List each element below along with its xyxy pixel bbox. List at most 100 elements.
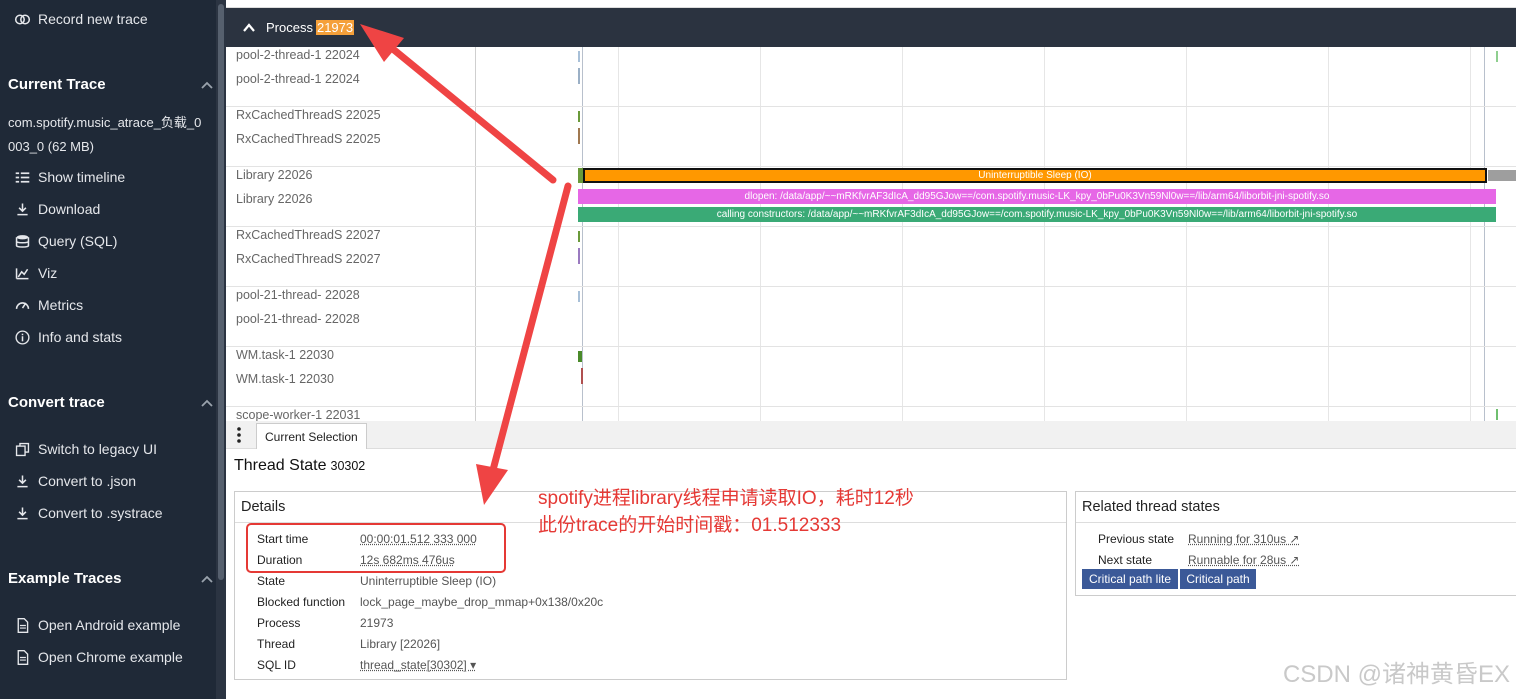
detail-row-sql-id: SQL ID thread_state[30302] ▾ (257, 658, 1057, 674)
calling-constructors-slice[interactable]: calling constructors: /data/app/~~mRKfvr… (578, 207, 1496, 222)
example-traces-title: Example Traces (8, 570, 122, 587)
related-key: Previous state (1098, 532, 1175, 546)
convert-json-label: Convert to .json (38, 473, 137, 489)
thread-state-mark[interactable] (1496, 409, 1498, 420)
download-label: Download (38, 201, 101, 217)
running-state-mark[interactable] (578, 168, 583, 183)
sql-id-dropdown[interactable]: thread_state[30302] ▾ (360, 658, 476, 672)
metrics-item[interactable]: Metrics (0, 291, 214, 319)
critical-path-lite-button[interactable]: Critical path lite (1082, 569, 1178, 589)
thread-state-mark[interactable] (578, 351, 582, 362)
open-chrome-example-item[interactable]: Open Chrome example (0, 643, 214, 671)
tab-current-selection[interactable]: Current Selection (256, 423, 367, 449)
detail-row-process: Process 21973 (257, 616, 1057, 632)
convert-json-item[interactable]: Convert to .json (0, 467, 214, 495)
track-separator (226, 346, 1516, 347)
track-label[interactable]: pool-2-thread-1 22024 (236, 48, 360, 62)
example-traces-section-header[interactable]: Example Traces (8, 570, 214, 587)
time-ruler[interactable] (226, 0, 1516, 8)
thread-state-mark[interactable] (578, 51, 580, 62)
detail-row-thread: Thread Library [22026] (257, 637, 1057, 653)
record-new-trace-item[interactable]: Record new trace (0, 5, 214, 33)
grid-line (618, 47, 619, 421)
slice-mark[interactable] (581, 368, 583, 384)
switch-legacy-ui-item[interactable]: Switch to legacy UI (0, 435, 214, 463)
download-item[interactable]: Download (0, 195, 214, 223)
detail-row-blocked-function: Blocked function lock_page_maybe_drop_mm… (257, 595, 1057, 611)
detail-key: SQL ID (257, 658, 296, 672)
thread-state-mark[interactable] (578, 291, 580, 302)
calling-constructors-slice-label: calling constructors: /data/app/~~mRKfvr… (716, 209, 1358, 220)
detail-value: Library [22026] (360, 637, 441, 651)
show-timeline-item[interactable]: Show timeline (0, 163, 214, 191)
annotation-highlight-box (246, 523, 506, 573)
slice-mark[interactable] (578, 128, 580, 144)
document-icon (0, 649, 38, 666)
track-label[interactable]: WM.task-1 22030 (236, 348, 334, 362)
thread-state-mark[interactable] (1488, 170, 1516, 181)
track-separator (226, 166, 1516, 167)
related-key: Next state (1098, 553, 1153, 567)
viz-item[interactable]: Viz (0, 259, 214, 287)
timeline-area[interactable]: Process 21973 pool-2-thread-1 22024 pool… (226, 0, 1516, 421)
track-label-divider[interactable] (475, 47, 476, 421)
process-header[interactable]: Process 21973 (226, 8, 1516, 47)
grid-line (1328, 47, 1329, 421)
track-label[interactable]: WM.task-1 22030 (236, 372, 334, 386)
critical-path-button[interactable]: Critical path (1180, 569, 1256, 589)
thread-state-mark[interactable] (1496, 51, 1498, 62)
selection-end-marker (1484, 47, 1485, 421)
slice-mark[interactable] (578, 248, 580, 264)
slice-mark[interactable] (578, 68, 580, 84)
query-sql-label: Query (SQL) (38, 233, 118, 249)
convert-systrace-item[interactable]: Convert to .systrace (0, 499, 214, 527)
thread-state-mark[interactable] (578, 231, 580, 242)
track-label[interactable]: RxCachedThreadS 22027 (236, 252, 381, 266)
related-thread-states-heading: Related thread states (1076, 492, 1516, 523)
chevron-up-icon (201, 575, 213, 583)
detail-key: State (257, 574, 286, 588)
sidebar-scrollbar-thumb[interactable] (218, 4, 224, 580)
dlopen-slice[interactable]: dlopen: /data/app/~~mRKfvrAF3dIcA_dd95GJ… (578, 189, 1496, 204)
track-label[interactable]: pool-21-thread- 22028 (236, 288, 360, 302)
track-label[interactable]: RxCachedThreadS 22027 (236, 228, 381, 242)
thread-state-mark[interactable] (578, 111, 580, 122)
current-trace-section-header[interactable]: Current Trace (8, 76, 214, 93)
next-state-link[interactable]: Runnable for 28us ↗ (1188, 553, 1299, 567)
trace-name: com.spotify.music_atrace_负载_0003_0 (62 M… (8, 115, 202, 154)
query-sql-item[interactable]: Query (SQL) (0, 227, 214, 255)
detail-key: Blocked function (257, 595, 346, 609)
track-label[interactable]: Library 22026 (236, 192, 312, 206)
uninterruptible-sleep-slice[interactable]: Uninterruptible Sleep (IO) (583, 168, 1487, 183)
track-separator (226, 286, 1516, 287)
convert-systrace-label: Convert to .systrace (38, 505, 163, 521)
track-label[interactable]: RxCachedThreadS 22025 (236, 132, 381, 146)
track-separator (226, 106, 1516, 107)
record-icon (0, 11, 38, 28)
track-label[interactable]: pool-21-thread- 22028 (236, 312, 360, 326)
open-android-example-item[interactable]: Open Android example (0, 611, 214, 639)
sidebar-scrollbar[interactable] (216, 0, 226, 699)
track-label[interactable]: scope-worker-1 22031 (236, 408, 360, 421)
convert-trace-section-header[interactable]: Convert trace (8, 394, 214, 411)
track-label[interactable]: pool-2-thread-1 22024 (236, 72, 360, 86)
database-icon (0, 233, 38, 250)
info-icon (0, 329, 38, 346)
track-label[interactable]: RxCachedThreadS 22025 (236, 108, 381, 122)
process-label: Process (266, 20, 313, 35)
download-icon (0, 201, 38, 218)
previous-state-link[interactable]: Running for 310us ↗ (1188, 532, 1299, 546)
related-thread-states-card: Related thread states Previous state Run… (1075, 491, 1516, 596)
chevron-up-icon[interactable] (242, 21, 256, 35)
convert-trace-title: Convert trace (8, 394, 105, 411)
track-label[interactable]: Library 22026 (236, 168, 312, 182)
more-vert-icon[interactable] (234, 426, 244, 444)
detail-key: Thread (257, 637, 296, 651)
download-icon (0, 505, 38, 522)
thread-state-id: 30302 (330, 459, 366, 473)
info-and-stats-item[interactable]: Info and stats (0, 323, 214, 351)
record-new-trace-label: Record new trace (38, 11, 148, 27)
track-separator (226, 406, 1516, 407)
dlopen-slice-label: dlopen: /data/app/~~mRKfvrAF3dIcA_dd95GJ… (744, 191, 1330, 202)
metrics-label: Metrics (38, 297, 84, 313)
